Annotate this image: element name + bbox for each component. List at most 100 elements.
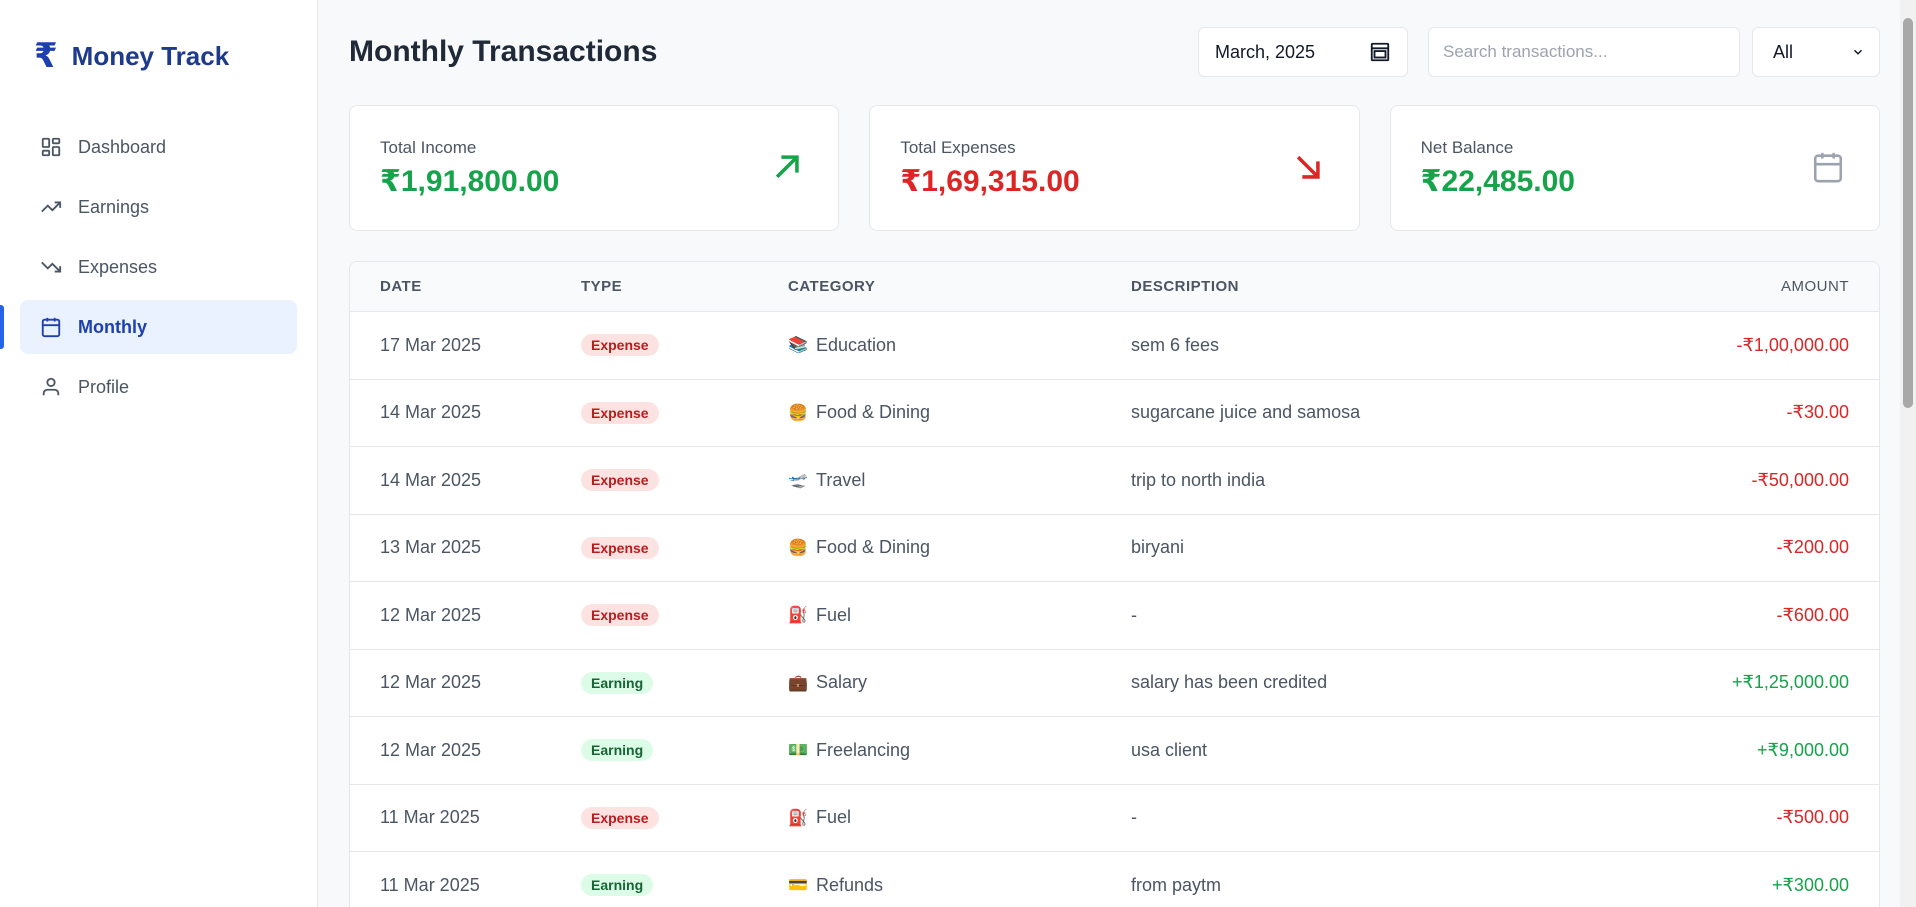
scrollbar-thumb[interactable] — [1903, 18, 1913, 408]
category-label: Food & Dining — [816, 537, 931, 558]
type-badge: Expense — [581, 536, 659, 559]
type-badge: Expense — [581, 401, 659, 424]
category-icon: ⛽ — [788, 607, 808, 625]
page-title: Monthly Transactions — [349, 35, 658, 68]
sidebar-item-label: Profile — [78, 376, 130, 397]
cell-date: 13 Mar 2025 — [380, 537, 482, 558]
category-label: Refunds — [816, 874, 884, 895]
cell-date: 14 Mar 2025 — [380, 402, 482, 423]
cell-amount: -₹200.00 — [1776, 537, 1849, 558]
cell-date: 17 Mar 2025 — [380, 334, 482, 355]
category-label: Travel — [816, 469, 866, 490]
cell-description: salary has been credited — [1131, 672, 1328, 693]
calendar-icon — [1811, 150, 1845, 184]
category-label: Salary — [816, 672, 868, 693]
cell-type: Expense — [581, 469, 788, 492]
sidebar-item-label: Earnings — [78, 196, 150, 217]
table-body: 17 Mar 2025 Expense 📚 Education sem 6 fees -₹… — [350, 312, 1879, 907]
category-label: Fuel — [816, 604, 852, 625]
cell-type: Expense — [581, 334, 788, 357]
table-header: DATE TYPE CATEGORY DESCRIPTION AMOUNT — [350, 262, 1879, 312]
table-row[interactable]: 11 Mar 2025 Earning 💳 Refunds from paytm +₹30… — [350, 852, 1879, 907]
net-balance-card: Net Balance ₹22,485.00 — [1389, 105, 1880, 231]
table-row[interactable]: 12 Mar 2025 Expense ⛽ Fuel - -₹600.00 — [350, 582, 1879, 650]
sidebar-nav: Dashboard Earnings Expenses Monthly Prof… — [0, 120, 317, 414]
header-date[interactable]: DATE — [350, 278, 581, 295]
total-income-card: Total Income ₹1,91,800.00 — [349, 105, 840, 231]
brand[interactable]: ₹ Money Track — [0, 0, 317, 88]
sidebar-item-label: Dashboard — [78, 136, 167, 157]
header-type[interactable]: TYPE — [581, 278, 788, 295]
cell-category: 🍔 Food & Dining — [788, 402, 1131, 423]
category-label: Freelancing — [816, 739, 911, 760]
search-input[interactable] — [1428, 27, 1740, 77]
type-badge: Expense — [581, 469, 659, 492]
calendar-picker-icon[interactable] — [1369, 41, 1391, 63]
summary-cards: Total Income ₹1,91,800.00 Total Expenses… — [349, 105, 1880, 231]
header-description[interactable]: DESCRIPTION — [1131, 278, 1639, 295]
page-scrollbar[interactable] — [1900, 0, 1916, 907]
topbar: Monthly Transactions March, 2025 All — [349, 0, 1880, 104]
category-label: Food & Dining — [816, 402, 931, 423]
sidebar-item-dashboard[interactable]: Dashboard — [20, 120, 297, 174]
sidebar-item-earnings[interactable]: Earnings — [20, 180, 297, 234]
chevron-down-icon — [1853, 49, 1863, 55]
header-amount[interactable]: AMOUNT — [1639, 278, 1879, 295]
table-row[interactable]: 13 Mar 2025 Expense 🍔 Food & Dining biryani -… — [350, 515, 1879, 582]
cell-amount: -₹50,000.00 — [1751, 469, 1849, 490]
cell-type: Earning — [581, 671, 788, 694]
category-icon: 📚 — [788, 337, 808, 355]
user-icon — [42, 377, 60, 396]
card-label: Total Expenses — [900, 138, 1016, 157]
cell-type: Expense — [581, 604, 788, 627]
sidebar: ₹ Money Track Dashboard Earnings Expense… — [0, 0, 318, 907]
table-row[interactable]: 14 Mar 2025 Expense 🛫 Travel trip to north i… — [350, 447, 1879, 515]
sidebar-item-monthly[interactable]: Monthly — [0, 300, 297, 354]
category-icon: ⛽ — [788, 809, 808, 827]
cell-date: 11 Mar 2025 — [380, 874, 480, 895]
table-row[interactable]: 14 Mar 2025 Expense 🍔 Food & Dining sugarcan… — [350, 380, 1879, 447]
category-icon: 🍔 — [788, 539, 808, 557]
table-row[interactable]: 11 Mar 2025 Expense ⛽ Fuel - -₹500.00 — [350, 785, 1879, 852]
table-row[interactable]: 12 Mar 2025 Earning 💵 Freelancing usa client… — [350, 717, 1879, 785]
rupee-logo-icon: ₹ — [34, 37, 58, 75]
cell-description: - — [1131, 807, 1137, 828]
cell-type: Expense — [581, 806, 788, 829]
sidebar-item-label: Expenses — [78, 256, 158, 277]
cell-date: 11 Mar 2025 — [380, 807, 480, 828]
cell-category: 💳 Refunds — [788, 875, 1131, 896]
cell-amount: -₹30.00 — [1786, 402, 1850, 423]
grid-icon — [41, 137, 61, 157]
cell-category: 💼 Salary — [788, 672, 1131, 693]
cell-date: 12 Mar 2025 — [380, 604, 482, 625]
header-category[interactable]: CATEGORY — [788, 278, 1131, 295]
cell-amount: -₹1,00,000.00 — [1736, 334, 1849, 355]
cell-category: 🛫 Travel — [788, 470, 1131, 491]
cell-category: ⛽ Fuel — [788, 807, 1131, 828]
card-label: Net Balance — [1420, 138, 1514, 157]
cell-amount: -₹500.00 — [1776, 807, 1849, 828]
category-icon: 💵 — [788, 742, 808, 760]
category-icon: 🛫 — [788, 472, 808, 490]
cell-description: trip to north india — [1131, 469, 1266, 490]
sidebar-item-label: Monthly — [78, 316, 147, 337]
type-badge: Expense — [581, 604, 659, 627]
table-row[interactable]: 17 Mar 2025 Expense 📚 Education sem 6 fees -₹… — [350, 312, 1879, 380]
type-badge: Expense — [581, 334, 659, 357]
cell-category: ⛽ Fuel — [788, 605, 1131, 626]
table-row[interactable]: 12 Mar 2025 Earning 💼 Salary salary has been… — [350, 650, 1879, 717]
arrow-down-right-icon — [1291, 150, 1325, 184]
sidebar-item-profile[interactable]: Profile — [20, 360, 297, 414]
cell-description: usa client — [1131, 739, 1208, 760]
month-picker[interactable]: March, 2025 — [1198, 27, 1408, 77]
card-value: ₹22,485.00 — [1420, 165, 1575, 198]
cell-description: - — [1131, 604, 1137, 625]
type-badge: Expense — [581, 806, 659, 829]
trend-up-icon — [41, 201, 62, 213]
sidebar-item-expenses[interactable]: Expenses — [20, 240, 297, 294]
transactions-table: DATE TYPE CATEGORY DESCRIPTION AMOUNT 17… — [349, 261, 1880, 907]
category-label: Fuel — [816, 807, 852, 828]
type-filter-select[interactable]: All — [1752, 27, 1880, 77]
cell-description: biryani — [1131, 537, 1185, 558]
type-filter-value: All — [1773, 41, 1794, 62]
